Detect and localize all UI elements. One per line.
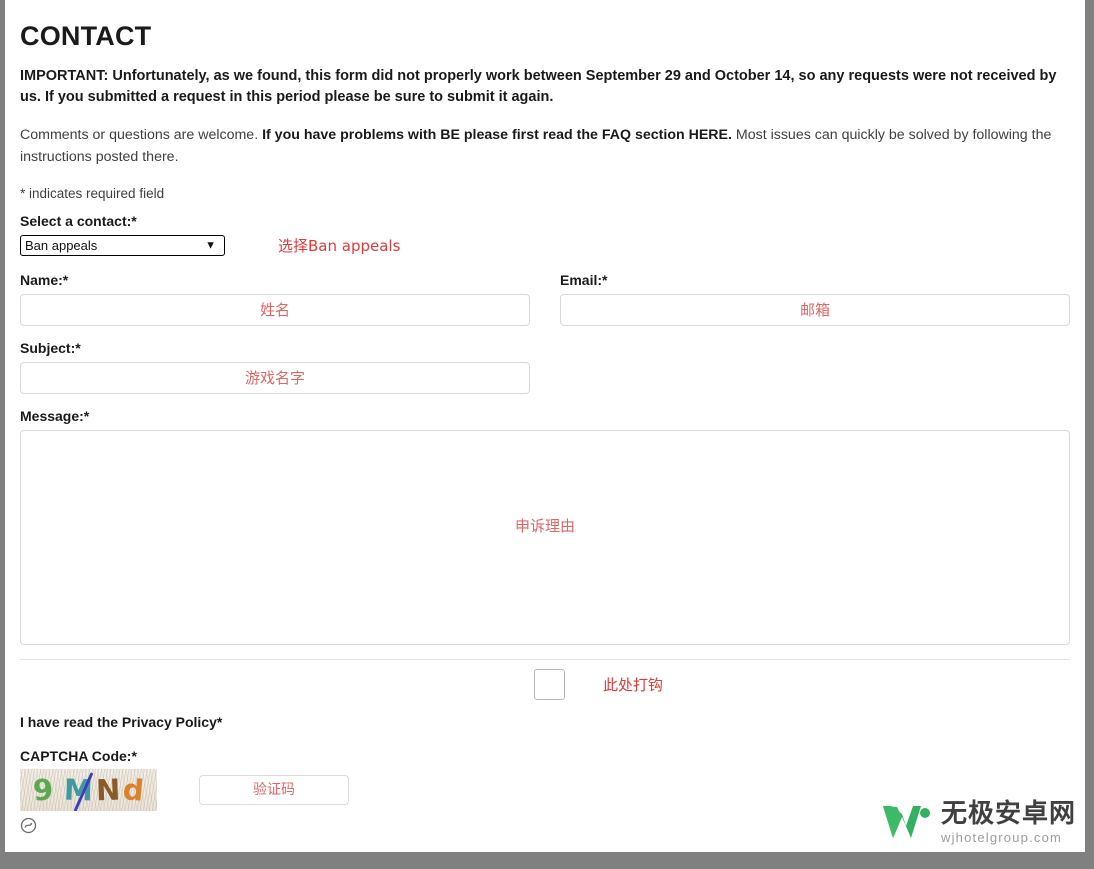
vertical-scrollbar[interactable] [1085, 0, 1094, 852]
refresh-icon[interactable] [20, 817, 37, 834]
email-field-block: Email:* [560, 272, 1070, 326]
name-email-row: Name:* Email:* [20, 272, 1075, 340]
intro-text-bold: If you have problems with BE please firs… [262, 127, 732, 144]
select-contact-row: Ban appeals ▼ 选择Ban appeals [20, 235, 1075, 257]
select-contact-wrapper[interactable]: Ban appeals ▼ [20, 235, 225, 257]
subject-label: Subject:* [20, 339, 81, 356]
captcha-char: N [95, 772, 121, 808]
message-field-block: Message:* [20, 408, 1075, 645]
watermark-url: wjhotelgroup.com [940, 829, 1063, 845]
watermark: 无极安卓网 wjhotelgroup.com [880, 800, 1076, 844]
privacy-checkbox-row: 此处打钩 [20, 668, 1075, 700]
name-field-block: Name:* [20, 272, 530, 326]
name-label: Name:* [20, 272, 69, 289]
captcha-char: 9 [31, 772, 55, 808]
captcha-image-column: 9MNd [20, 769, 170, 839]
intro-text-lead: Comments or questions are welcome. [20, 127, 263, 144]
subject-input[interactable] [20, 361, 530, 394]
captcha-label: CAPTCHA Code:* [20, 747, 137, 764]
subject-field-block: Subject:* [20, 340, 530, 394]
watermark-text: 无极安卓网 wjhotelgroup.com [941, 801, 1076, 844]
privacy-policy-checkbox[interactable] [534, 668, 565, 700]
screenshot-root: CONTACT IMPORTANT: Unfortunately, as we … [0, 0, 1094, 869]
contact-form-content: CONTACT IMPORTANT: Unfortunately, as we … [20, 21, 1075, 852]
intro-paragraph: Comments or questions are welcome. If yo… [20, 125, 1070, 168]
section-divider [20, 658, 1070, 660]
privacy-policy-text: I have read the Privacy Policy* [20, 713, 223, 730]
watermark-title: 无极安卓网 [940, 798, 1076, 829]
email-input[interactable] [560, 293, 1070, 326]
name-input[interactable] [20, 293, 530, 326]
captcha-input[interactable] [199, 775, 349, 806]
captcha-image: 9MNd [20, 769, 157, 812]
page-surface: CONTACT IMPORTANT: Unfortunately, as we … [5, 0, 1085, 852]
required-field-note: * indicates required field [20, 186, 165, 202]
message-textarea[interactable] [20, 429, 1070, 645]
annotation-select-contact: 选择Ban appeals [278, 237, 401, 256]
select-contact-label: Select a contact:* [20, 213, 137, 230]
message-label: Message:* [20, 407, 90, 424]
annotation-checkbox: 此处打钩 [603, 675, 664, 694]
horizontal-scrollbar[interactable] [0, 852, 1094, 869]
captcha-char: d [121, 772, 146, 809]
watermark-logo-icon [882, 806, 930, 838]
page-title: CONTACT [20, 21, 152, 51]
email-label: Email:* [560, 272, 608, 289]
important-notice: IMPORTANT: Unfortunately, as we found, t… [20, 67, 1057, 106]
select-contact[interactable]: Ban appeals [20, 235, 225, 257]
